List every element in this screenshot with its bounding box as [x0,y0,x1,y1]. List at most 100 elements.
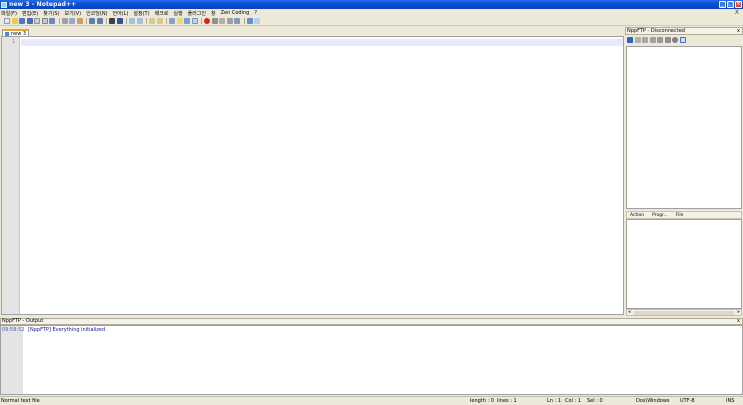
status-bar: Normal text file length : 0 lines : 1 Ln… [0,396,743,405]
ftp-horizontal-scrollbar[interactable]: ◂ ▸ [626,309,742,316]
disconnect-icon[interactable] [634,36,641,43]
paste-icon[interactable] [76,18,83,24]
status-length: length : 0 [470,398,494,404]
line-number: 1 [11,39,15,45]
refresh-icon[interactable] [657,36,663,43]
nppftp-panel: NppFTP - Disconnected x Action Progr... … [625,27,743,318]
undo-icon[interactable] [89,18,95,24]
play-macro-icon[interactable] [219,18,225,24]
redo-icon[interactable] [96,18,103,24]
copy-icon[interactable] [69,18,75,24]
status-eol-format: Dos\Windows [636,398,670,404]
show-all-chars-icon[interactable] [176,18,183,24]
ftp-queue-list[interactable] [626,219,742,309]
save-all-icon[interactable] [26,18,33,24]
menu-plugins[interactable]: 플러그인 [188,10,206,17]
record-macro-icon[interactable] [204,18,210,24]
queue-column-progress[interactable]: Progr... [652,213,668,218]
word-wrap-icon[interactable] [169,18,175,24]
status-insert-mode: INS [726,398,735,404]
toolbar-separator [86,18,87,24]
output-panel-title: NppFTP - Output x [0,318,743,325]
ftp-queue-header: Action Progr... File [626,211,742,219]
output-gutter [1,326,23,394]
indent-guide-icon[interactable] [184,18,190,24]
output-timestamp: 09:58:52 [2,327,25,333]
toolbar-separator [243,18,245,24]
menu-language[interactable]: 언어(L) [113,10,129,17]
open-file-icon[interactable] [11,18,18,24]
menu-settings[interactable]: 설정(T) [133,10,149,17]
menu-zen-coding[interactable]: Zen Coding [221,10,250,16]
abort-icon[interactable] [664,36,671,43]
menu-edit[interactable]: 편집(E) [22,10,38,17]
minimize-button[interactable]: _ [719,1,726,8]
show-messages-icon[interactable] [679,36,686,43]
scroll-left-icon[interactable]: ◂ [628,310,631,315]
queue-column-file[interactable]: File [676,213,684,218]
menu-search[interactable]: 찾기(S) [43,10,59,17]
zoom-out-icon[interactable] [136,18,143,24]
user-lang-icon[interactable] [191,18,198,24]
close-document-button[interactable]: X [735,9,739,16]
close-file-icon[interactable] [34,18,40,24]
save-icon[interactable] [19,18,25,24]
scrollbar-thumb[interactable] [634,311,734,315]
stop-record-icon[interactable] [211,18,218,24]
title-bar: new 3 - Notepad++ _ □ × [0,0,743,9]
notepad-app-icon[interactable] [1,1,7,8]
menu-encoding[interactable]: 인코딩(N) [86,10,107,17]
cut-icon[interactable] [61,18,68,24]
plugin-icon[interactable] [254,18,260,24]
output-panel[interactable]: 09:58:52 [NppFTP] Everything initialized [0,325,743,395]
status-lines: lines : 1 [497,398,517,404]
download-icon[interactable] [642,36,648,43]
toolbar-separator [166,18,167,24]
connect-icon[interactable] [627,36,633,43]
ftp-file-tree[interactable] [626,46,742,209]
output-message: 09:58:52 [NppFTP] Everything initialized [2,327,105,333]
main-toolbar [0,17,743,26]
save-macro-icon[interactable] [234,18,240,24]
menu-view[interactable]: 보기(V) [65,10,82,17]
upload-icon[interactable] [649,36,656,43]
output-title-text: NppFTP - Output [2,318,44,324]
print-icon[interactable] [49,18,55,24]
sync-vertical-icon[interactable] [149,18,155,24]
toolbar-separator [201,18,202,24]
run-macro-multiple-icon[interactable] [226,18,233,24]
menu-window[interactable]: 창 [211,10,216,17]
replace-icon[interactable] [116,18,123,24]
status-selection: Sel : 0 [587,398,603,404]
close-window-button[interactable]: × [735,1,742,8]
toolbar-separator [126,18,127,24]
menu-file[interactable]: 파일(F) [1,10,17,17]
close-all-icon[interactable] [41,18,48,24]
menu-run[interactable]: 실행 [173,10,182,17]
queue-column-action[interactable]: Action [630,213,644,218]
menu-help[interactable]: ? [254,10,257,16]
maximize-button[interactable]: □ [727,1,734,8]
toolbar-separator [106,18,107,24]
find-icon[interactable] [109,18,115,24]
nppftp-toolbar [625,35,743,44]
document-tab-bar: new 3 [0,27,625,37]
new-file-icon[interactable] [4,18,10,24]
status-line-number: Ln : 1 [547,398,561,404]
close-ftp-panel-button[interactable]: x [737,28,740,34]
settings-gear-icon[interactable] [672,36,678,43]
toolbar-separator [58,18,60,24]
unsaved-file-icon [5,31,9,36]
output-message-text: [NppFTP] Everything initialized [28,327,106,333]
tab-new-3[interactable]: new 3 [2,29,29,37]
text-editor[interactable]: 1 [1,36,624,315]
nppftp-show-icon[interactable] [246,18,253,24]
scroll-right-icon[interactable]: ▸ [737,310,740,315]
zoom-in-icon[interactable] [129,18,135,24]
sync-horizontal-icon[interactable] [156,18,163,24]
menu-macro[interactable]: 매크로 [155,10,169,17]
line-number-gutter: 1 [2,37,20,314]
close-output-panel-button[interactable]: x [737,319,740,324]
current-line-highlight [21,39,623,46]
status-file-type: Normal text file [1,398,40,404]
